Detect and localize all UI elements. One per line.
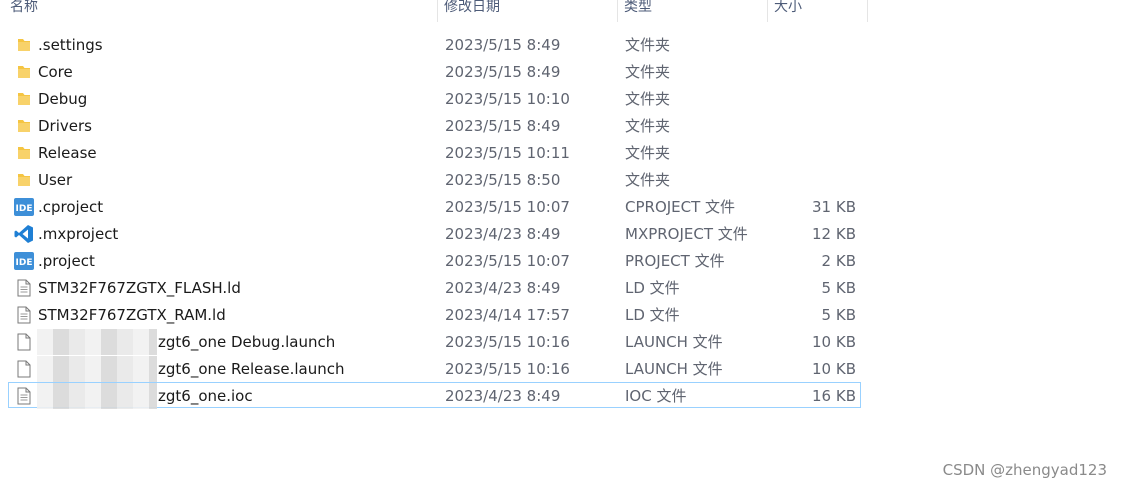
- file-date: 2023/5/15 10:11: [445, 144, 570, 162]
- file-date: 2023/5/15 10:16: [445, 333, 570, 351]
- file-name: zgt6_one Debug.launch: [158, 333, 336, 351]
- file-name: Release: [38, 144, 97, 162]
- file-type: LD 文件: [625, 279, 680, 297]
- file-size: 10 KB: [812, 360, 856, 378]
- file-row[interactable]: IDE .cproject 2023/5/15 10:07 CPROJECT 文件 31…: [8, 193, 861, 219]
- file-date: 2023/5/15 8:49: [445, 63, 561, 81]
- file-type: PROJECT 文件: [625, 252, 725, 270]
- column-header-type[interactable]: 类型: [618, 0, 768, 22]
- file-name: .cproject: [38, 198, 104, 216]
- column-header-bar: 名称 修改日期 类型 大小: [0, 0, 868, 22]
- file-type: 文件夹: [625, 171, 671, 189]
- file-type: LD 文件: [625, 306, 680, 324]
- file-type: 文件夹: [625, 36, 671, 54]
- file-row[interactable]: STM32F767ZGTX_RAM.ld 2023/4/14 17:57 LD 文件…: [8, 301, 861, 327]
- file-row[interactable]: .settings 2023/5/15 8:49 文件夹: [8, 31, 861, 57]
- watermark: CSDN @zhengyad123: [942, 461, 1107, 479]
- text-file-icon: [12, 275, 36, 301]
- file-date: 2023/5/15 10:16: [445, 360, 570, 378]
- redacted-name-prefix: [37, 383, 157, 409]
- file-size: 10 KB: [812, 333, 856, 351]
- file-date: 2023/5/15 10:07: [445, 198, 570, 216]
- file-type: IOC 文件: [625, 387, 687, 405]
- file-type: LAUNCH 文件: [625, 360, 723, 378]
- file-type: 文件夹: [625, 117, 671, 135]
- file-size: 5 KB: [821, 279, 856, 297]
- file-type: 文件夹: [625, 90, 671, 108]
- folder-icon: [12, 167, 36, 193]
- file-type: CPROJECT 文件: [625, 198, 736, 216]
- vscode-icon: [12, 221, 36, 247]
- file-name: .mxproject: [38, 225, 119, 243]
- file-date: 2023/5/15 8:50: [445, 171, 561, 189]
- file-size: 5 KB: [821, 306, 856, 324]
- redacted-name-prefix: [37, 356, 157, 382]
- blank-file-icon: [12, 356, 36, 382]
- file-name: Debug: [38, 90, 88, 108]
- file-name: Drivers: [38, 117, 92, 135]
- file-row[interactable]: zgt6_one.ioc 2023/4/23 8:49 IOC 文件 16 KB: [8, 382, 861, 409]
- file-date: 2023/4/23 8:49: [445, 225, 561, 243]
- folder-icon: [12, 86, 36, 112]
- column-header-name[interactable]: 名称: [0, 0, 438, 22]
- blank-file-icon: [12, 329, 36, 355]
- file-row[interactable]: zgt6_one Debug.launch 2023/5/15 10:16 LAUN…: [8, 328, 861, 355]
- column-header-date[interactable]: 修改日期: [438, 0, 618, 22]
- file-row[interactable]: STM32F767ZGTX_FLASH.ld 2023/4/23 8:49 LD 文…: [8, 274, 861, 300]
- column-header-size[interactable]: 大小: [768, 0, 868, 22]
- file-row[interactable]: Core 2023/5/15 8:49 文件夹: [8, 58, 861, 84]
- folder-icon: [12, 32, 36, 58]
- folder-icon: [12, 140, 36, 166]
- folder-icon: [12, 113, 36, 139]
- svg-text:IDE: IDE: [16, 258, 33, 268]
- text-file-icon: [12, 383, 36, 409]
- file-row[interactable]: Release 2023/5/15 10:11 文件夹: [8, 139, 861, 165]
- file-size: 16 KB: [812, 387, 856, 405]
- file-date: 2023/5/15 8:49: [445, 36, 561, 54]
- file-date: 2023/4/23 8:49: [445, 279, 561, 297]
- file-size: 2 KB: [821, 252, 856, 270]
- file-row[interactable]: User 2023/5/15 8:50 文件夹: [8, 166, 861, 192]
- file-type: MXPROJECT 文件: [625, 225, 748, 243]
- file-name: .settings: [38, 36, 103, 54]
- file-date: 2023/4/23 8:49: [445, 387, 561, 405]
- file-name: .project: [38, 252, 95, 270]
- file-date: 2023/5/15 10:10: [445, 90, 570, 108]
- file-date: 2023/5/15 10:07: [445, 252, 570, 270]
- ide-icon: IDE: [12, 194, 36, 220]
- file-type: LAUNCH 文件: [625, 333, 723, 351]
- file-name: STM32F767ZGTX_FLASH.ld: [38, 279, 241, 297]
- file-row[interactable]: Debug 2023/5/15 10:10 文件夹: [8, 85, 861, 111]
- file-name: Core: [38, 63, 73, 81]
- ide-icon: IDE: [12, 248, 36, 274]
- file-size: 31 KB: [812, 198, 856, 216]
- svg-text:IDE: IDE: [16, 204, 33, 214]
- file-name: STM32F767ZGTX_RAM.ld: [38, 306, 226, 324]
- file-date: 2023/4/14 17:57: [445, 306, 570, 324]
- file-row[interactable]: Drivers 2023/5/15 8:49 文件夹: [8, 112, 861, 138]
- file-row[interactable]: IDE .project 2023/5/15 10:07 PROJECT 文件 2 KB: [8, 247, 861, 273]
- redacted-name-prefix: [37, 329, 157, 355]
- file-type: 文件夹: [625, 63, 671, 81]
- folder-icon: [12, 59, 36, 85]
- file-size: 12 KB: [812, 225, 856, 243]
- file-type: 文件夹: [625, 144, 671, 162]
- file-row[interactable]: zgt6_one Release.launch 2023/5/15 10:16 LA…: [8, 355, 861, 382]
- file-date: 2023/5/15 8:49: [445, 117, 561, 135]
- file-name: zgt6_one Release.launch: [158, 360, 345, 378]
- text-file-icon: [12, 302, 36, 328]
- file-name: zgt6_one.ioc: [158, 387, 253, 405]
- file-name: User: [38, 171, 73, 189]
- file-row[interactable]: .mxproject 2023/4/23 8:49 MXPROJECT 文件 12 K…: [8, 220, 861, 246]
